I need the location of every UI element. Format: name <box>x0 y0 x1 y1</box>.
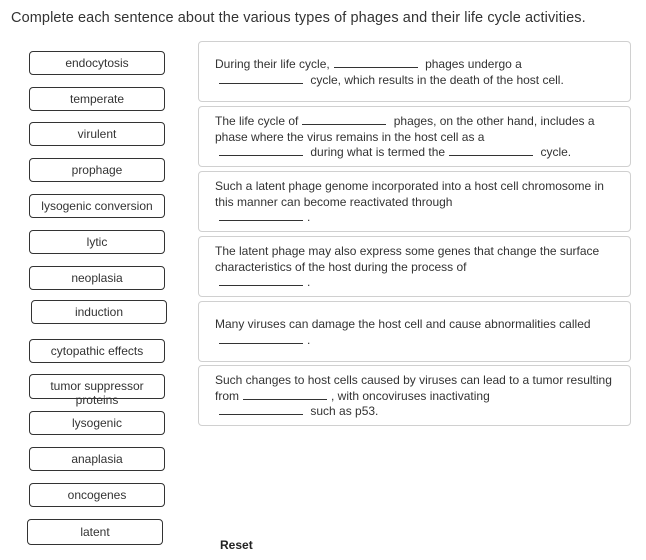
word-chip-induction[interactable]: induction <box>31 300 167 324</box>
word-chip-endocytosis[interactable]: endocytosis <box>29 51 165 75</box>
answer-blank[interactable] <box>243 389 327 400</box>
answer-blank[interactable] <box>219 145 303 157</box>
word-chip-anaplasia[interactable]: anaplasia <box>29 447 165 471</box>
sentence-card-1: During their life cycle, phages undergo … <box>198 41 631 102</box>
sentence-text: , with oncoviruses inactivating <box>331 388 490 403</box>
sentence-text: The latent phage may also express some g… <box>215 244 600 274</box>
word-chip-temperate[interactable]: temperate <box>29 87 165 111</box>
word-chip-tumor-suppressor-proteins[interactable]: tumor suppressor proteins <box>29 374 165 407</box>
sentence-card-3: Such a latent phage genome incorporated … <box>198 171 631 232</box>
answer-blank[interactable] <box>219 275 303 287</box>
word-chip-lysogenic-conversion[interactable]: lysogenic conversion <box>29 194 165 218</box>
word-chip-cytopathic-effects[interactable]: cytopathic effects <box>29 339 165 363</box>
sentence-text: phages undergo a <box>425 57 522 71</box>
sentence-text: . <box>307 332 311 347</box>
answer-blank[interactable] <box>449 145 534 157</box>
sentence-text: . <box>307 210 311 225</box>
sentence-text: During their life cycle, <box>215 57 330 71</box>
sentence-text: Such a latent phage genome incorporated … <box>215 179 604 209</box>
word-chip-prophage[interactable]: prophage <box>29 158 165 182</box>
instructions: Complete each sentence about the various… <box>11 10 586 26</box>
sentence-card-2: The life cycle of phages, on the other h… <box>198 106 631 167</box>
answer-blank[interactable] <box>219 333 303 344</box>
sentence-text: The life cycle of <box>215 114 299 128</box>
word-chip-virulent[interactable]: virulent <box>29 122 165 146</box>
answer-blank[interactable] <box>219 404 303 416</box>
answer-blank[interactable] <box>302 114 387 125</box>
word-chip-lytic[interactable]: lytic <box>29 230 165 254</box>
sentence-text: cycle. <box>540 145 572 160</box>
sentence-card-5: Many viruses can damage the host cell an… <box>198 301 631 362</box>
word-chip-neoplasia[interactable]: neoplasia <box>29 266 165 290</box>
answer-blank[interactable] <box>219 73 303 84</box>
sentence-text: such as p53. <box>310 404 379 419</box>
sentence-text: . <box>307 275 311 290</box>
word-chip-latent[interactable]: latent <box>27 519 163 545</box>
answer-blank[interactable] <box>219 210 303 222</box>
sentence-text: during what is termed the <box>310 145 446 160</box>
sentence-card-6: Such changes to host cells caused by vir… <box>198 365 631 426</box>
word-chip-oncogenes[interactable]: oncogenes <box>29 483 165 507</box>
sentence-card-4: The latent phage may also express some g… <box>198 236 631 297</box>
sentence-text: Many viruses can damage the host cell an… <box>215 317 591 331</box>
sentence-text: cycle, which results in the death of the… <box>310 72 564 87</box>
word-chip-lysogenic[interactable]: lysogenic <box>29 411 165 435</box>
reset-button[interactable]: Reset <box>220 538 253 552</box>
answer-blank[interactable] <box>333 57 418 68</box>
